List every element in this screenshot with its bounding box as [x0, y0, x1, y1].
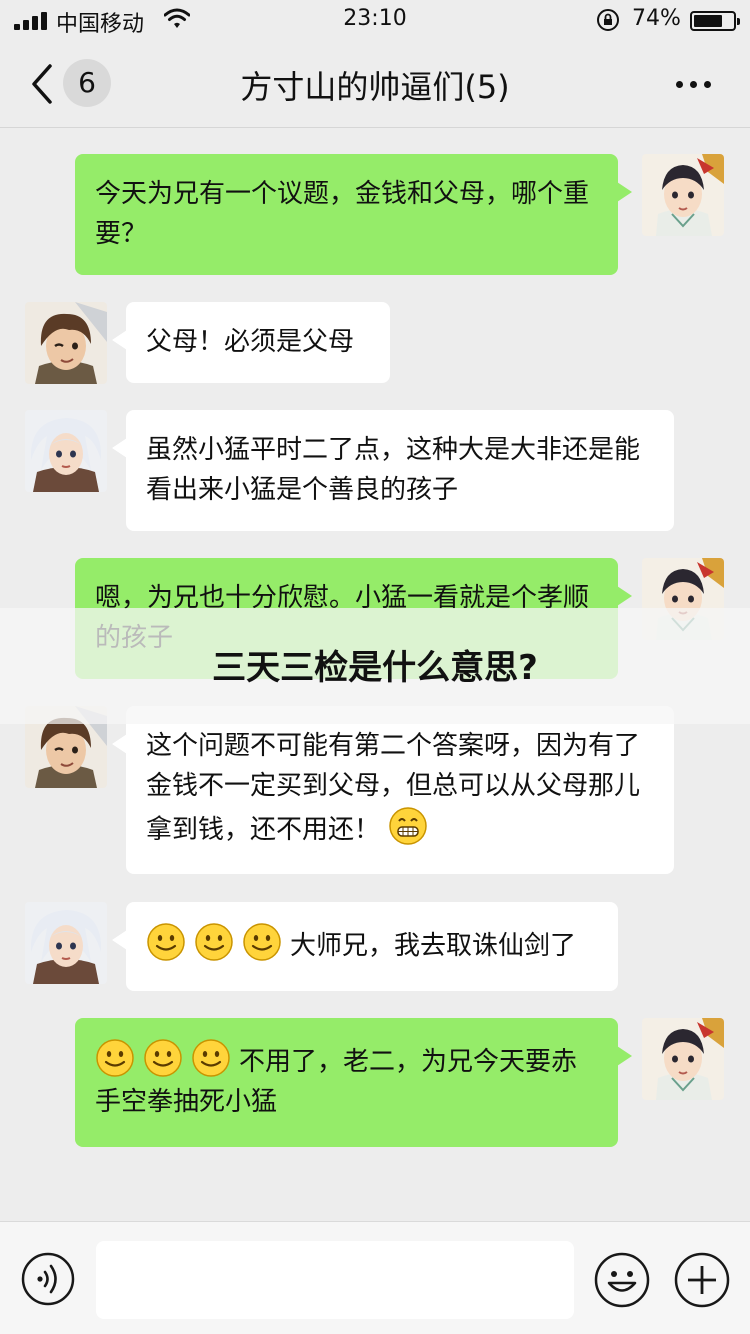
brown-hair-warrior-avatar[interactable]	[25, 302, 107, 384]
status-bar: 中国移动 23:10 74%	[0, 0, 750, 40]
battery-icon	[690, 11, 740, 31]
smile-emoji-icon	[96, 1039, 134, 1077]
more-options-icon[interactable]	[672, 74, 716, 94]
battery-percent: 74%	[632, 6, 681, 31]
message-bubble-incoming[interactable]: 父母！必须是父母	[112, 302, 390, 383]
message-text: 虽然小猛平时二了点，这种大是大非还是能看出来小猛是个善良的孩子	[146, 435, 641, 505]
young-hero-avatar[interactable]	[642, 1018, 724, 1100]
message-bubble-incoming[interactable]: 这个问题不可能有第二个答案呀，因为有了金钱不一定买到父母，但总可以从父母那儿拿到…	[112, 706, 674, 874]
rotation-lock-icon	[597, 9, 619, 31]
emoji-icon[interactable]	[594, 1252, 650, 1308]
smile-emoji-icon	[195, 923, 233, 961]
grin-emoji-icon	[389, 807, 428, 845]
young-hero-avatar[interactable]	[642, 154, 724, 236]
message-input[interactable]	[96, 1241, 574, 1319]
smile-emoji-icon	[144, 1039, 182, 1077]
message-bubble-outgoing[interactable]: 不用了，老二，为兄今天要赤手空拳抽死小猛	[75, 1018, 632, 1147]
smile-emoji-icon	[243, 923, 281, 961]
plus-icon[interactable]	[674, 1252, 730, 1308]
overlay-title: 三天三检是什么意思?	[212, 648, 538, 688]
message-bubble-incoming[interactable]: 虽然小猛平时二了点，这种大是大非还是能看出来小猛是个善良的孩子	[112, 410, 674, 531]
message-text: 大师兄，我去取诛仙剑了	[290, 931, 577, 961]
white-hair-swordsman-avatar[interactable]	[25, 410, 107, 492]
message-text: 父母！必须是父母	[146, 327, 355, 357]
smile-emoji-icon	[192, 1039, 230, 1077]
voice-icon[interactable]	[21, 1252, 75, 1306]
chat-title: 方寸山的帅逼们(5)	[240, 68, 510, 106]
input-bar	[0, 1221, 750, 1334]
message-bubble-incoming[interactable]: 大师兄，我去取诛仙剑了	[112, 902, 618, 991]
message-bubble-outgoing[interactable]: 今天为兄有一个议题，金钱和父母，哪个重要？	[75, 154, 632, 275]
white-hair-swordsman-avatar[interactable]	[25, 902, 107, 984]
smile-emoji-icon	[147, 923, 185, 961]
chat-header: 6 方寸山的帅逼们(5)	[0, 40, 750, 128]
message-text: 今天为兄有一个议题，金钱和父母，哪个重要？	[95, 179, 590, 249]
